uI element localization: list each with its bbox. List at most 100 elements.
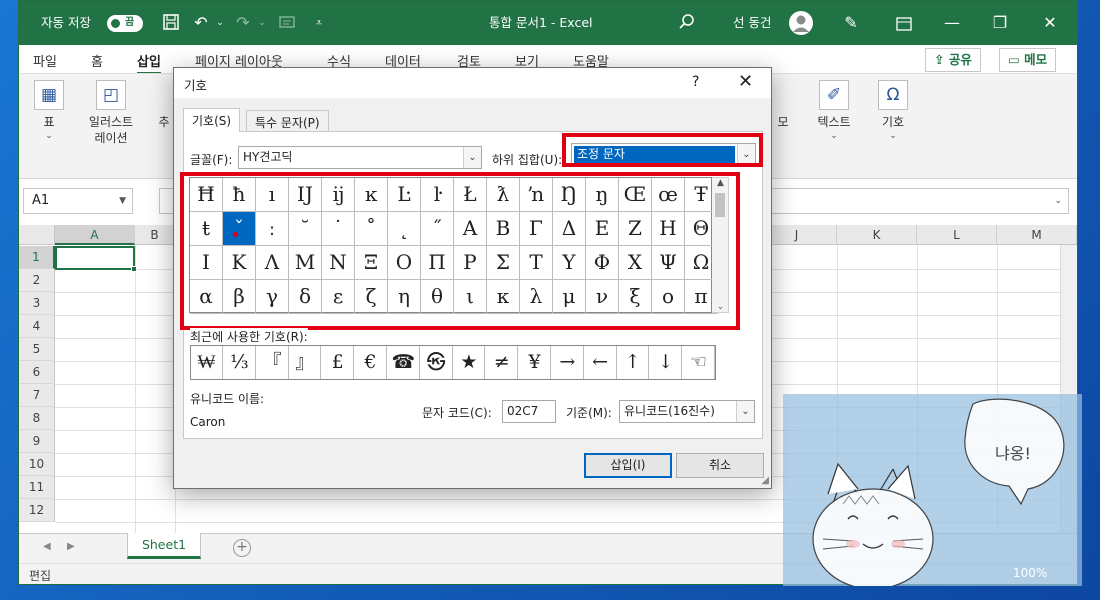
unicode-name-value: Caron: [190, 415, 226, 429]
form-icon[interactable]: [277, 13, 297, 33]
maximize-icon[interactable]: ❐: [977, 1, 1023, 45]
ribbon-display-icon[interactable]: [881, 1, 927, 45]
row-header[interactable]: 8: [19, 407, 55, 430]
chevron-down-icon[interactable]: ▼: [119, 189, 126, 213]
column-header[interactable]: A: [55, 225, 135, 245]
recent-symbol-cell[interactable]: ☎: [388, 346, 420, 379]
recent-symbol-cell[interactable]: ≠: [486, 346, 519, 379]
chevron-down-icon[interactable]: ⌄: [1054, 189, 1062, 213]
row-header[interactable]: 11: [19, 476, 55, 499]
close-icon[interactable]: ✕: [1027, 1, 1073, 45]
save-icon[interactable]: [161, 13, 181, 33]
name-box-value: A1: [32, 193, 50, 208]
tab-home[interactable]: 홈: [91, 51, 103, 70]
recent-symbol-cell[interactable]: 『: [257, 346, 289, 379]
tab-file[interactable]: 파일: [33, 51, 57, 70]
recent-symbol-cell[interactable]: →: [552, 346, 584, 379]
close-icon[interactable]: ✕: [738, 71, 753, 92]
name-box[interactable]: A1 ▼: [23, 188, 133, 214]
recent-symbol-cell[interactable]: ㉿: [421, 346, 453, 379]
recent-symbol-cell[interactable]: ₩: [191, 346, 223, 379]
autosave-state: 끔: [125, 17, 135, 28]
comments-button[interactable]: ▭ 메모: [999, 48, 1057, 72]
chevron-down-icon[interactable]: ⌄: [736, 401, 754, 422]
fill-handle[interactable]: [131, 266, 137, 272]
search-icon[interactable]: [677, 13, 697, 33]
shapes-icon: ◰: [96, 80, 126, 110]
tab-symbols[interactable]: 기호(S): [183, 108, 241, 132]
recent-symbol-cell[interactable]: €: [355, 346, 387, 379]
row-header[interactable]: 6: [19, 361, 55, 384]
char-code-input[interactable]: 02C7: [502, 400, 556, 423]
recent-symbol-cell[interactable]: ☜: [683, 346, 715, 379]
chevron-down-icon[interactable]: ⌄: [210, 13, 230, 33]
table-icon: ▦: [34, 80, 64, 110]
symbol-group-button[interactable]: Ω 기호 ⌄: [871, 80, 915, 142]
table-label: 표: [43, 115, 55, 129]
cat-drawing: [812, 398, 1065, 586]
row-header[interactable]: 7: [19, 384, 55, 407]
text-label: 텍스트: [817, 115, 851, 129]
resize-grip-icon[interactable]: ◢: [761, 475, 769, 486]
tab-insert[interactable]: 삽입: [137, 51, 161, 75]
minimize-icon[interactable]: —: [929, 1, 975, 45]
partial-label: 모: [777, 115, 789, 129]
prev-sheet-icon[interactable]: ◀: [43, 541, 51, 552]
help-icon[interactable]: ?: [692, 74, 699, 90]
autosave-toggle[interactable]: 끔: [107, 15, 143, 32]
row-header[interactable]: 1: [19, 246, 55, 269]
row-header[interactable]: 12: [19, 499, 55, 522]
share-button[interactable]: ⇪ 공유: [925, 48, 981, 72]
illustrations-button[interactable]: ◰ 일러스트 레이션: [83, 80, 139, 146]
customize-icon[interactable]: ⩡: [309, 13, 329, 33]
annotation-box-subset: [562, 133, 763, 167]
cancel-button[interactable]: 취소: [676, 453, 764, 478]
tab-special-characters[interactable]: 특수 문자(P): [246, 110, 329, 132]
active-cell-a1[interactable]: [55, 246, 137, 272]
recent-symbol-cell[interactable]: ↓: [650, 346, 683, 379]
redo-icon[interactable]: ↷: [233, 13, 253, 33]
undo-icon[interactable]: ↶: [191, 13, 211, 33]
omega-icon: Ω: [878, 80, 908, 110]
recent-symbol-cell[interactable]: ←: [585, 346, 617, 379]
next-sheet-icon[interactable]: ▶: [67, 541, 75, 552]
recent-symbol-cell[interactable]: ⅓: [224, 346, 256, 379]
toggle-knob: [111, 19, 120, 28]
table-group-button[interactable]: ▦ 표 ⌄: [31, 80, 67, 142]
pen-icon[interactable]: ✎: [841, 13, 861, 33]
chevron-down-icon[interactable]: ⌄: [252, 13, 272, 33]
add-sheet-icon[interactable]: +: [233, 539, 251, 557]
insert-button[interactable]: 삽입(I): [584, 453, 672, 478]
font-select[interactable]: HY견고딕 ⌄: [238, 146, 482, 169]
recommended-charts-button[interactable]: 추: [155, 114, 173, 130]
comments-label: 메모: [1024, 52, 1048, 67]
from-select[interactable]: 유니코드(16진수) ⌄: [619, 400, 755, 423]
recent-symbol-cell[interactable]: £: [322, 346, 355, 379]
status-mode: 편집: [29, 569, 52, 583]
avatar[interactable]: [789, 11, 813, 35]
column-header[interactable]: M: [997, 225, 1077, 245]
recent-symbol-cell[interactable]: ★: [453, 346, 486, 379]
recent-symbol-cell[interactable]: 』: [289, 346, 322, 379]
select-all-corner[interactable]: [19, 225, 55, 245]
column-header[interactable]: B: [135, 225, 175, 245]
row-header[interactable]: 3: [19, 292, 55, 315]
recent-symbol-cell[interactable]: ¥: [519, 346, 551, 379]
row-header[interactable]: 5: [19, 338, 55, 361]
column-header[interactable]: K: [837, 225, 917, 245]
row-header[interactable]: 10: [19, 453, 55, 476]
row-header[interactable]: 2: [19, 269, 55, 292]
chevron-down-icon[interactable]: ⌄: [463, 147, 481, 168]
text-group-button[interactable]: ✐ 텍스트 ⌄: [809, 80, 859, 142]
document-title: 통합 문서1 - Excel: [489, 15, 593, 30]
dialog-title: 기호: [184, 78, 208, 93]
row-header[interactable]: 4: [19, 315, 55, 338]
font-label: 글꼴(F):: [190, 153, 233, 167]
recent-symbols[interactable]: ₩ ⅓ 『』 £ € ☎ ㉿ ★ ≠ ¥ → ← ↑ ↓ ☜: [190, 345, 716, 380]
sheet-tab[interactable]: Sheet1: [127, 533, 201, 559]
column-header[interactable]: L: [917, 225, 997, 245]
row-header[interactable]: 9: [19, 430, 55, 453]
cat-sticker-overlay: 냐옹! 100%: [783, 394, 1082, 586]
recent-symbol-cell[interactable]: ↑: [617, 346, 650, 379]
chevron-down-icon: ⌄: [45, 131, 53, 141]
